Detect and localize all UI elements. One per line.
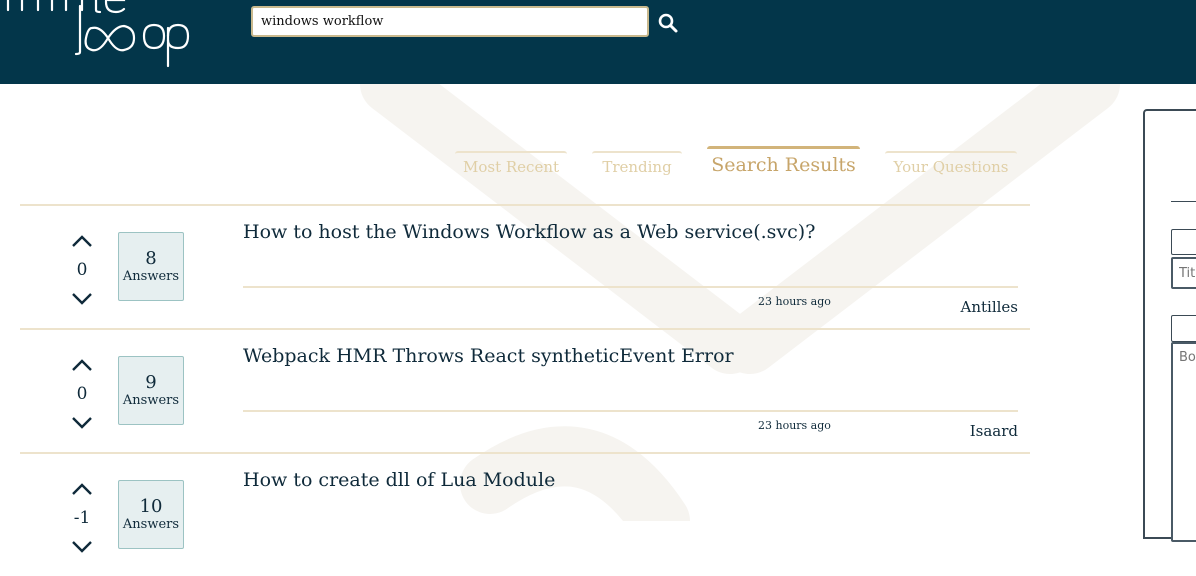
question-row: -1 10 Answers How to create dll of Lua M… <box>20 452 1030 576</box>
body-label-box <box>1171 315 1196 342</box>
search-icon[interactable] <box>657 12 679 34</box>
top-bar <box>0 0 1196 84</box>
question-tabs: Most Recent Trending Search Results Your… <box>0 140 1030 180</box>
answers-label: Answers <box>122 393 180 408</box>
downvote-arrow-icon[interactable] <box>70 538 94 556</box>
question-title-link[interactable]: How to create dll of Lua Module <box>243 469 555 491</box>
question-row: 0 9 Answers Webpack HMR Throws React syn… <box>20 328 1030 452</box>
question-author[interactable]: Isaard <box>970 422 1018 440</box>
downvote-arrow-icon[interactable] <box>70 414 94 432</box>
answers-count-box: 9 Answers <box>118 356 184 425</box>
upvote-arrow-icon[interactable] <box>70 480 94 498</box>
vote-score: -1 <box>73 508 91 528</box>
question-list: 0 8 Answers How to host the Windows Work… <box>20 204 1030 576</box>
tab-your-questions[interactable]: Your Questions <box>885 151 1017 183</box>
answers-count-box: 8 Answers <box>118 232 184 301</box>
vote-score: 0 <box>76 260 88 280</box>
tab-most-recent[interactable]: Most Recent <box>455 151 567 183</box>
upvote-arrow-icon[interactable] <box>70 356 94 374</box>
question-divider <box>243 286 1018 288</box>
search-input[interactable] <box>251 6 649 37</box>
tab-trending[interactable]: Trending <box>592 151 682 183</box>
answers-count: 8 <box>145 248 157 269</box>
question-title-link[interactable]: How to host the Windows Workflow as a We… <box>243 221 815 243</box>
question-timestamp: 23 hours ago <box>758 419 831 432</box>
answers-count: 10 <box>139 496 163 517</box>
question-author[interactable]: Antilles <box>961 298 1019 316</box>
ask-question-panel <box>1143 109 1196 542</box>
answers-label: Answers <box>122 517 180 532</box>
question-title-link[interactable]: Webpack HMR Throws React syntheticEvent … <box>243 345 734 367</box>
infinite-loop-logo[interactable] <box>0 0 190 68</box>
panel-divider <box>1171 201 1196 202</box>
answers-label: Answers <box>122 269 180 284</box>
answers-count-box: 10 Answers <box>118 480 184 549</box>
title-label-box <box>1171 229 1196 255</box>
question-title-input[interactable] <box>1171 257 1196 289</box>
upvote-arrow-icon[interactable] <box>70 232 94 250</box>
question-timestamp: 23 hours ago <box>758 295 831 308</box>
downvote-arrow-icon[interactable] <box>70 290 94 308</box>
question-body-input[interactable] <box>1171 342 1196 542</box>
answers-count: 9 <box>145 372 157 393</box>
vote-score: 0 <box>76 384 88 404</box>
question-row: 0 8 Answers How to host the Windows Work… <box>20 204 1030 328</box>
question-divider <box>243 410 1018 412</box>
tab-search-results[interactable]: Search Results <box>707 146 860 183</box>
